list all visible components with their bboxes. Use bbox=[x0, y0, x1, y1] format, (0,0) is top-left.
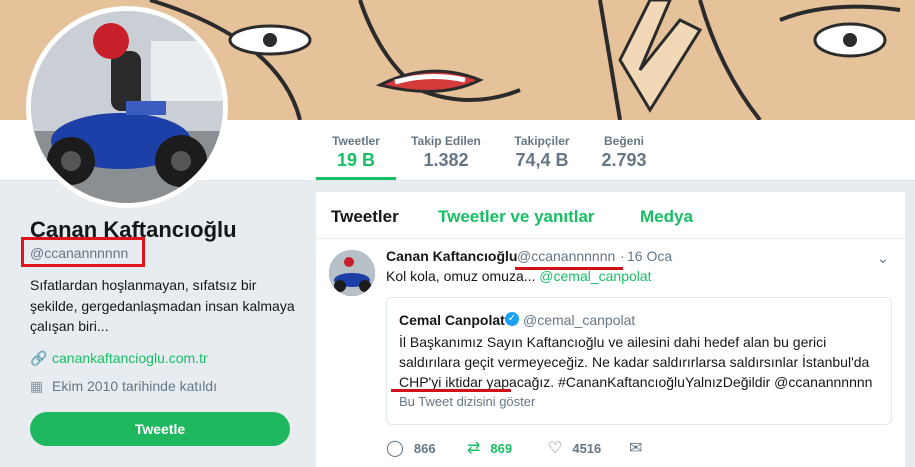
stat-tweets-label: Tweetler bbox=[332, 134, 380, 148]
stat-following-value: 1.382 bbox=[423, 150, 469, 170]
stat-followers-value: 74,4 B bbox=[515, 150, 569, 170]
show-thread-link[interactable]: Bu Tweet dizisini göster bbox=[399, 394, 535, 409]
timeline: Tweetler Tweetler ve yanıtlar Medya Cana… bbox=[316, 192, 905, 467]
profile-website[interactable]: 🔗 canankaftancioglu.com.tr bbox=[30, 350, 208, 367]
tab-tweets[interactable]: Tweetler bbox=[331, 207, 399, 227]
direct-message-button[interactable]: ✉ bbox=[629, 438, 652, 458]
envelope-icon: ✉ bbox=[629, 440, 643, 457]
annotation-underline-quote bbox=[391, 389, 511, 392]
tweet-separator: · bbox=[620, 248, 625, 264]
retweet-count: 869 bbox=[490, 441, 513, 456]
reply-count: 866 bbox=[413, 441, 436, 456]
stat-followers-label: Takipçiler bbox=[514, 134, 570, 148]
tweet-author-avatar[interactable] bbox=[329, 250, 375, 296]
tweet-button[interactable]: Tweetle bbox=[30, 412, 290, 446]
tab-media[interactable]: Medya bbox=[640, 207, 693, 227]
stat-tweets[interactable]: Tweetler 19 B bbox=[316, 120, 396, 180]
quoted-tweet-text: İl Başkanımız Sayın Kaftancıoğlu ve aile… bbox=[399, 334, 873, 390]
stat-likes-value: 2.793 bbox=[601, 150, 647, 170]
stat-following-label: Takip Edilen bbox=[411, 134, 481, 148]
timeline-tabs: Tweetler Tweetler ve yanıtlar Medya bbox=[316, 192, 905, 239]
quoted-author-handle[interactable]: @cemal_canpolat bbox=[523, 312, 635, 328]
quoted-author-name[interactable]: Cemal Canpolat bbox=[399, 312, 505, 328]
tweet-text: Kol kola, omuz omuza... @cemal_canpolat bbox=[386, 268, 652, 284]
like-count: 4516 bbox=[572, 441, 602, 456]
stat-likes-label: Beğeni bbox=[603, 134, 644, 148]
reply-button[interactable]: ◯ 866 bbox=[386, 438, 436, 458]
profile-handle: @ccanannnnnn bbox=[30, 245, 129, 261]
tab-tweets-and-replies[interactable]: Tweetler ve yanıtlar bbox=[438, 207, 595, 227]
tweet-author-name[interactable]: Canan Kaftancıoğlu bbox=[386, 248, 517, 264]
link-icon: 🔗 bbox=[30, 350, 48, 366]
heart-icon: ♡ bbox=[548, 440, 563, 457]
stat-likes[interactable]: Beğeni 2.793 bbox=[594, 120, 654, 180]
profile-website-text[interactable]: canankaftancioglu.com.tr bbox=[52, 350, 208, 366]
tweet-text-body: Kol kola, omuz omuza... bbox=[386, 268, 540, 284]
retweet-button[interactable]: ⇄ 869 bbox=[467, 438, 512, 458]
tweet-actions: ◯ 866 ⇄ 869 ♡ 4516 ✉ bbox=[386, 438, 886, 458]
profile-joined: ▦ Ekim 2010 tarihinde katıldı bbox=[30, 378, 217, 395]
profile-joined-text: Ekim 2010 tarihinde katıldı bbox=[52, 378, 217, 394]
stat-tweets-value: 19 B bbox=[336, 150, 376, 170]
profile-avatar[interactable] bbox=[26, 6, 228, 208]
tweet-date[interactable]: 16 Oca bbox=[627, 248, 672, 264]
stat-followers[interactable]: Takipçiler 74,4 B bbox=[505, 120, 579, 180]
profile-bio: Sıfatlardan hoşlanmayan, sıfatsız bir şe… bbox=[30, 277, 295, 334]
retweet-icon: ⇄ bbox=[467, 440, 481, 457]
like-button[interactable]: ♡ 4516 bbox=[548, 438, 601, 458]
chevron-down-icon[interactable]: ⌄ bbox=[877, 250, 889, 267]
verified-badge-icon: ✓ bbox=[505, 312, 519, 326]
calendar-icon: ▦ bbox=[30, 378, 44, 394]
stat-following[interactable]: Takip Edilen 1.382 bbox=[404, 120, 488, 180]
quoted-tweet[interactable]: Cemal Canpolat ✓ @cemal_canpolat İl Başk… bbox=[386, 297, 892, 425]
tweet-mention[interactable]: @cemal_canpolat bbox=[539, 268, 651, 284]
tweet-author-handle[interactable]: @ccanannnnnn bbox=[517, 248, 615, 264]
reply-icon: ◯ bbox=[386, 440, 404, 457]
